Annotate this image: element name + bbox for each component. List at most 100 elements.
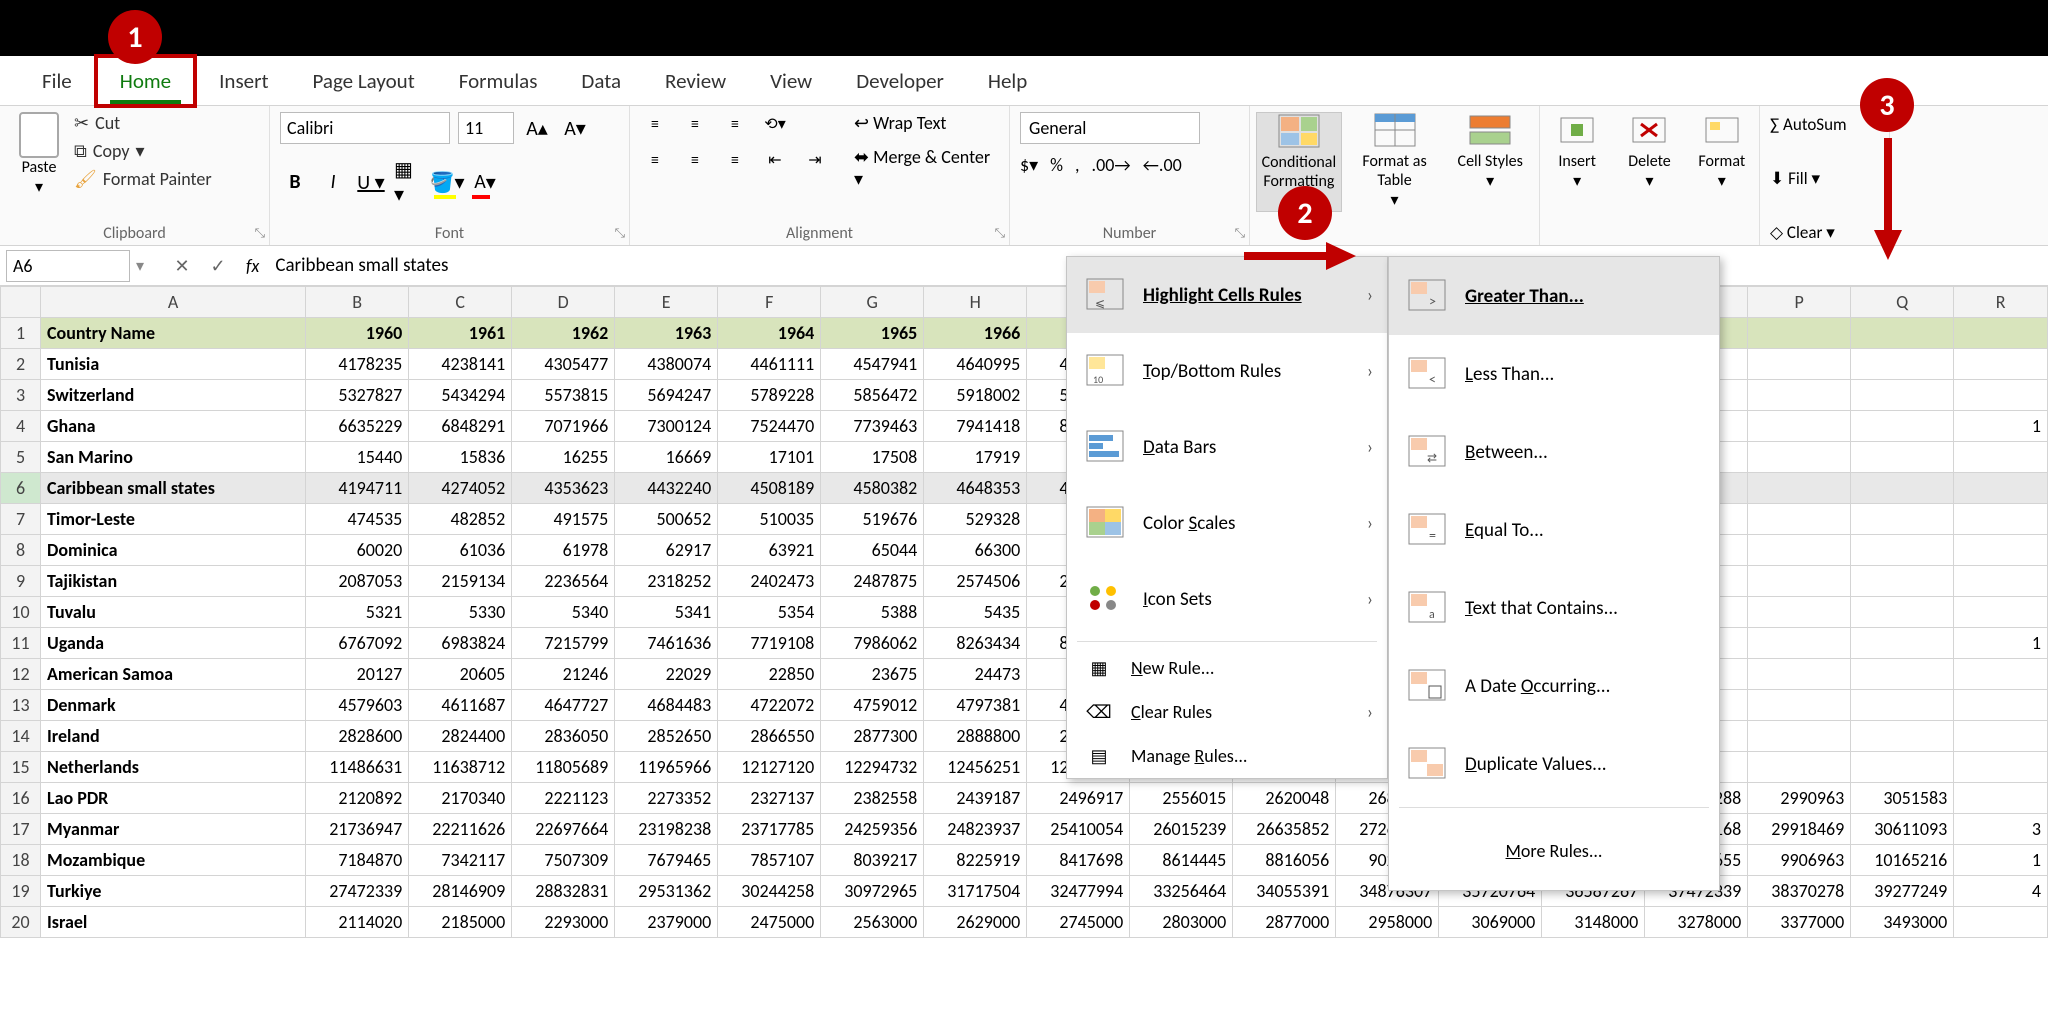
- cell[interactable]: 4722072: [718, 690, 821, 721]
- cell[interactable]: 16669: [615, 442, 718, 473]
- cell[interactable]: [1851, 752, 1954, 783]
- cell[interactable]: 4353623: [512, 473, 615, 504]
- cell[interactable]: 26015239: [1130, 814, 1233, 845]
- cell[interactable]: 5856472: [821, 380, 924, 411]
- cell[interactable]: 2824400: [409, 721, 512, 752]
- cell[interactable]: 17508: [821, 442, 924, 473]
- cell[interactable]: 2159134: [409, 566, 512, 597]
- cell[interactable]: 1965: [821, 318, 924, 349]
- cell[interactable]: 24473: [924, 659, 1027, 690]
- cell[interactable]: 65044: [821, 535, 924, 566]
- cell[interactable]: 22697664: [512, 814, 615, 845]
- font-size-select[interactable]: [458, 112, 514, 144]
- cell[interactable]: 5573815: [512, 380, 615, 411]
- menu-data-bars[interactable]: Data Bars ›: [1067, 409, 1387, 485]
- cell[interactable]: Caribbean small states: [41, 473, 306, 504]
- column-header[interactable]: H: [924, 287, 1027, 318]
- cell[interactable]: 6848291: [409, 411, 512, 442]
- cell[interactable]: 22211626: [409, 814, 512, 845]
- cell[interactable]: 2475000: [718, 907, 821, 938]
- cell[interactable]: 15836: [409, 442, 512, 473]
- number-format-select[interactable]: [1020, 112, 1200, 144]
- cell[interactable]: [1748, 535, 1851, 566]
- cell[interactable]: [1954, 349, 2048, 380]
- insert-cells-button[interactable]: Insert ▾: [1546, 112, 1608, 239]
- cell[interactable]: [1954, 442, 2048, 473]
- cell[interactable]: 5435: [924, 597, 1027, 628]
- cell[interactable]: [1851, 659, 1954, 690]
- cell[interactable]: 2958000: [1336, 907, 1439, 938]
- cell[interactable]: 4194711: [306, 473, 409, 504]
- cell[interactable]: 8263434: [924, 628, 1027, 659]
- cell[interactable]: [1954, 535, 2048, 566]
- tab-formulas[interactable]: Formulas: [437, 58, 560, 104]
- cell[interactable]: 500652: [615, 504, 718, 535]
- cell[interactable]: 3377000: [1748, 907, 1851, 938]
- cell[interactable]: 25410054: [1027, 814, 1130, 845]
- cell[interactable]: 2990963: [1748, 783, 1851, 814]
- cell[interactable]: 32477994: [1027, 876, 1130, 907]
- cell[interactable]: [1748, 504, 1851, 535]
- cell[interactable]: [1954, 380, 2048, 411]
- cell[interactable]: [1851, 504, 1954, 535]
- cell[interactable]: 12294732: [821, 752, 924, 783]
- cell[interactable]: 15440: [306, 442, 409, 473]
- cell[interactable]: 2620048: [1233, 783, 1336, 814]
- cell[interactable]: 3493000: [1851, 907, 1954, 938]
- cell[interactable]: 10165216: [1851, 845, 1954, 876]
- tab-help[interactable]: Help: [966, 58, 1049, 104]
- cell[interactable]: Dominica: [41, 535, 306, 566]
- cell[interactable]: [1851, 411, 1954, 442]
- cell[interactable]: 2563000: [821, 907, 924, 938]
- cell[interactable]: 5918002: [924, 380, 1027, 411]
- cell[interactable]: 24823937: [924, 814, 1027, 845]
- accounting-format-icon[interactable]: $▾: [1020, 154, 1038, 176]
- cell[interactable]: 4461111: [718, 349, 821, 380]
- cell[interactable]: 5789228: [718, 380, 821, 411]
- cell[interactable]: 3: [1954, 814, 2048, 845]
- submenu-less-than[interactable]: < Less Than...: [1389, 335, 1719, 413]
- format-painter-button[interactable]: 🖌Format Painter: [74, 168, 212, 190]
- cell[interactable]: 22029: [615, 659, 718, 690]
- cell[interactable]: 21736947: [306, 814, 409, 845]
- cell[interactable]: 7941418: [924, 411, 1027, 442]
- cell[interactable]: 482852: [409, 504, 512, 535]
- row-header[interactable]: 17: [1, 814, 41, 845]
- cell[interactable]: [1954, 566, 2048, 597]
- cell[interactable]: Lao PDR: [41, 783, 306, 814]
- cell[interactable]: 2379000: [615, 907, 718, 938]
- cell[interactable]: 1: [1954, 845, 2048, 876]
- comma-format-icon[interactable]: ,: [1075, 154, 1080, 176]
- cell[interactable]: 4797381: [924, 690, 1027, 721]
- cell[interactable]: 2852650: [615, 721, 718, 752]
- cell[interactable]: 21246: [512, 659, 615, 690]
- align-bottom-icon[interactable]: ≡: [720, 112, 750, 136]
- cell[interactable]: 8225919: [924, 845, 1027, 876]
- cell[interactable]: [1748, 442, 1851, 473]
- paste-button[interactable]: Paste ▾: [10, 112, 68, 197]
- cell[interactable]: 28832831: [512, 876, 615, 907]
- cell[interactable]: 6635229: [306, 411, 409, 442]
- cut-button[interactable]: ✂Cut: [74, 112, 212, 134]
- cell[interactable]: 2273352: [615, 783, 718, 814]
- cell[interactable]: [1851, 442, 1954, 473]
- cell[interactable]: [1748, 349, 1851, 380]
- cell[interactable]: 2327137: [718, 783, 821, 814]
- font-name-select[interactable]: [280, 112, 450, 144]
- cell[interactable]: 2120892: [306, 783, 409, 814]
- cell[interactable]: 1: [1954, 411, 2048, 442]
- increase-decimal-icon[interactable]: .00→: [1092, 154, 1131, 176]
- cell[interactable]: 20127: [306, 659, 409, 690]
- orientation-icon[interactable]: ⟲▾: [760, 112, 790, 136]
- cell-styles-button[interactable]: Cell Styles ▾: [1447, 112, 1533, 191]
- cell[interactable]: Myanmar: [41, 814, 306, 845]
- name-box[interactable]: [6, 250, 130, 282]
- row-header[interactable]: 2: [1, 349, 41, 380]
- cell[interactable]: 2439187: [924, 783, 1027, 814]
- submenu-more-rules[interactable]: More Rules...: [1389, 812, 1719, 890]
- format-cells-button[interactable]: Format ▾: [1691, 112, 1753, 239]
- column-header[interactable]: B: [306, 287, 409, 318]
- cell[interactable]: 4580382: [821, 473, 924, 504]
- fx-icon[interactable]: fx: [246, 255, 259, 277]
- row-header[interactable]: 3: [1, 380, 41, 411]
